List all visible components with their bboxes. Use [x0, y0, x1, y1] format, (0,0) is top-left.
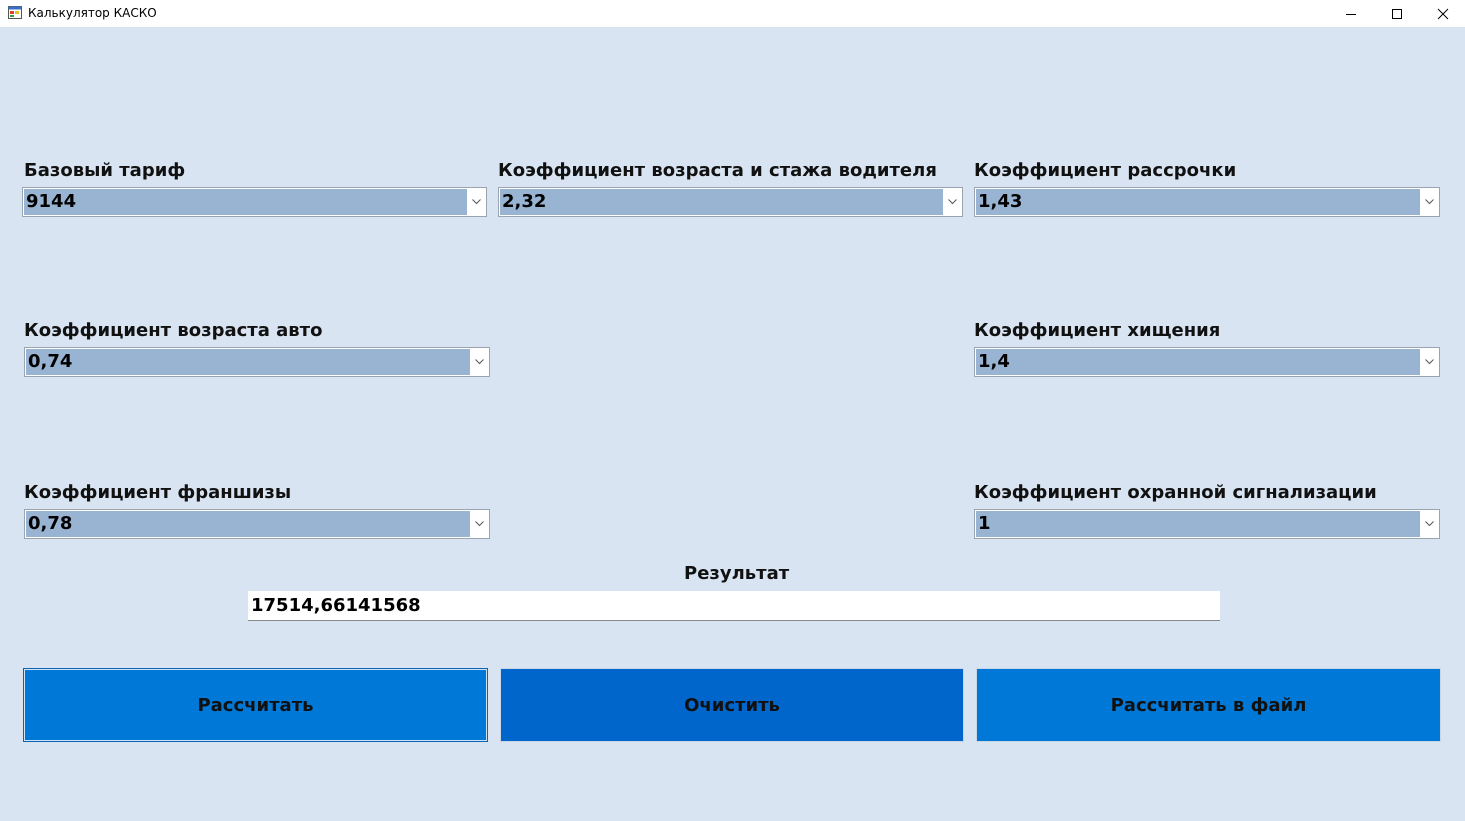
car-age-combo[interactable]: 0,74	[24, 347, 490, 377]
franchise-label: Коэффициент франшизы	[24, 482, 292, 503]
minimize-button[interactable]	[1328, 0, 1374, 27]
chevron-down-icon	[475, 359, 484, 365]
app-window-icon	[8, 6, 22, 19]
installment-combo[interactable]: 1,43	[974, 187, 1440, 217]
theft-label: Коэффициент хищения	[974, 320, 1221, 341]
installment-label: Коэффициент рассрочки	[974, 160, 1237, 181]
window-title: Калькулятор КАСКО	[28, 6, 157, 20]
theft-dropdown-button[interactable]	[1420, 348, 1439, 376]
franchise-combo[interactable]: 0,78	[24, 509, 490, 539]
car-age-label: Коэффициент возраста авто	[24, 320, 323, 341]
calculate-button[interactable]: Рассчитать	[23, 668, 488, 742]
chevron-down-icon	[475, 521, 484, 527]
alarm-combo[interactable]: 1	[974, 509, 1440, 539]
clear-button[interactable]: Очистить	[500, 668, 964, 742]
car-age-dropdown-button[interactable]	[470, 348, 489, 376]
base-tariff-label: Базовый тариф	[24, 160, 186, 181]
alarm-label: Коэффициент охранной сигнализации	[974, 482, 1377, 503]
minimize-icon	[1346, 13, 1356, 15]
chevron-down-icon	[1425, 199, 1434, 205]
maximize-button[interactable]	[1374, 0, 1420, 27]
base-tariff-combo[interactable]: 9144	[22, 187, 487, 217]
chevron-down-icon	[948, 199, 957, 205]
calculate-to-file-button[interactable]: Рассчитать в файл	[976, 668, 1441, 742]
base-tariff-value: 9144	[24, 189, 467, 215]
installment-dropdown-button[interactable]	[1420, 188, 1439, 216]
close-icon	[1437, 8, 1449, 19]
chevron-down-icon	[1425, 359, 1434, 365]
maximize-icon	[1392, 8, 1402, 19]
result-label: Результат	[684, 563, 790, 584]
franchise-value: 0,78	[26, 511, 470, 537]
base-tariff-dropdown-button[interactable]	[467, 188, 486, 216]
driver-age-dropdown-button[interactable]	[943, 188, 962, 216]
chevron-down-icon	[472, 199, 481, 205]
installment-value: 1,43	[976, 189, 1420, 215]
car-age-value: 0,74	[26, 349, 470, 375]
driver-age-value: 2,32	[500, 189, 943, 215]
driver-age-label: Коэффициент возраста и стажа водителя	[498, 160, 937, 181]
close-button[interactable]	[1420, 0, 1465, 27]
chevron-down-icon	[1425, 521, 1434, 527]
title-bar: Калькулятор КАСКО	[0, 0, 1465, 27]
alarm-value: 1	[976, 511, 1420, 537]
franchise-dropdown-button[interactable]	[470, 510, 489, 538]
result-field[interactable]: 17514,66141568	[248, 591, 1220, 621]
theft-combo[interactable]: 1,4	[974, 347, 1440, 377]
alarm-dropdown-button[interactable]	[1420, 510, 1439, 538]
theft-value: 1,4	[976, 349, 1420, 375]
driver-age-combo[interactable]: 2,32	[498, 187, 963, 217]
